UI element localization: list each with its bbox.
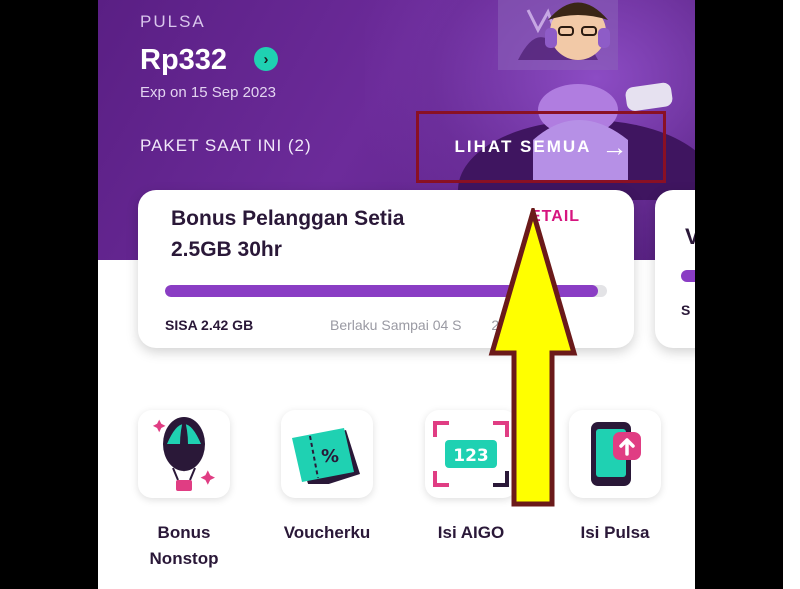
next-package-progress xyxy=(681,270,695,282)
chevron-right-icon: › xyxy=(263,50,269,68)
pointer-arrow-annotation xyxy=(488,208,578,507)
voucher-icon: % xyxy=(292,428,360,484)
see-all-button[interactable]: LIHAT SEMUA → xyxy=(416,111,666,183)
pulsa-label: PULSA xyxy=(140,12,206,31)
balance-detail-button[interactable]: › xyxy=(254,47,278,71)
menu-bonus-nonstop[interactable]: Bonus Nonstop xyxy=(138,410,230,572)
menu-isi-pulsa-label: Isi Pulsa xyxy=(580,523,650,542)
next-package-remaining-fragment: S xyxy=(681,302,691,318)
right-edge-strip xyxy=(783,0,800,589)
menu-voucherku-label: Voucherku xyxy=(283,523,371,542)
balance-expiry: Exp on 15 Sep 2023 xyxy=(140,84,276,101)
menu-voucherku[interactable]: % Voucherku xyxy=(281,410,373,546)
next-package-name-fragment: V xyxy=(685,224,695,249)
package-expiry-date: Berlaku Sampai 04 S xyxy=(330,317,462,333)
arrow-right-icon: → xyxy=(601,131,628,162)
menu-isi-pulsa-icon-box xyxy=(569,410,661,498)
balance-amount: Rp332 xyxy=(140,44,228,76)
menu-isi-pulsa[interactable]: Isi Pulsa xyxy=(569,410,661,546)
menu-bonus-nonstop-label: Bonus Nonstop xyxy=(138,520,230,572)
phone-screen: PULSA Rp332 › Exp on 15 Sep 2023 PAKET S… xyxy=(98,0,695,589)
balloon-icon xyxy=(152,417,215,491)
package-name: Bonus Pelanggan Setia xyxy=(171,207,405,230)
aigo-code: 123 xyxy=(453,446,489,466)
next-package-card[interactable]: V S xyxy=(655,190,695,348)
see-all-label: LIHAT SEMUA xyxy=(454,137,592,156)
current-packages-label: PAKET SAAT INI (2) xyxy=(140,136,312,155)
menu-bonus-nonstop-label-line2: Nonstop xyxy=(149,549,219,568)
voucher-percent-symbol: % xyxy=(321,446,339,467)
phone-topup-icon xyxy=(591,422,641,486)
menu-voucherku-icon-box: % xyxy=(281,410,373,498)
package-quota: 2.5GB 30hr xyxy=(171,238,282,261)
menu-isi-aigo-label: Isi AIGO xyxy=(437,523,505,542)
menu-bonus-nonstop-label-line1: Bonus xyxy=(157,523,211,542)
menu-bonus-nonstop-icon-box xyxy=(138,410,230,498)
remaining-quota: SISA 2.42 GB xyxy=(165,317,254,333)
